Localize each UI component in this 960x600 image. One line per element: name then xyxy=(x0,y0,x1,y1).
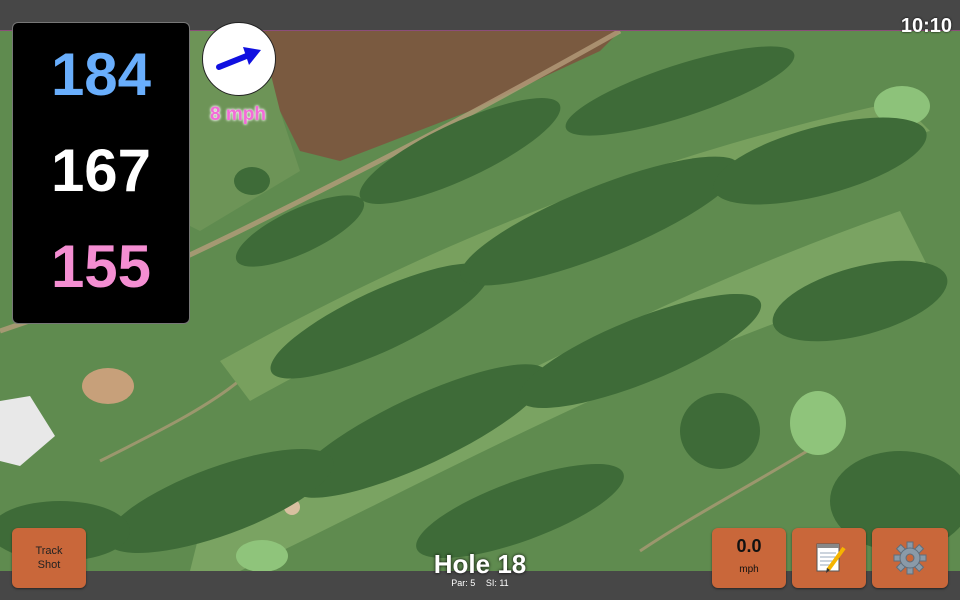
hole-title: Hole 18 xyxy=(433,549,527,579)
speed-value: 0.0 xyxy=(736,536,762,556)
track-shot-label-line2: Shot xyxy=(37,559,61,571)
notes-button[interactable] xyxy=(792,528,866,588)
hole-par: Par: 5 xyxy=(451,578,476,588)
hole-details: Par: 5 SI: 11 xyxy=(380,578,580,588)
wind-speed-label: 8 mph xyxy=(210,104,266,125)
track-shot-label-line1: Track xyxy=(35,545,63,557)
speed-button[interactable]: 0.0 mph xyxy=(712,528,786,588)
settings-button[interactable] xyxy=(872,528,948,588)
arrow-icon xyxy=(216,47,261,70)
track-shot-button[interactable]: Track Shot xyxy=(12,528,86,588)
speed-unit: mph xyxy=(739,564,759,575)
clock: 10:10 xyxy=(900,15,952,37)
distance-front: 155 xyxy=(50,233,152,300)
distance-middle: 167 xyxy=(50,137,152,204)
distance-panel: 184 167 155 xyxy=(12,22,190,324)
notepad-icon xyxy=(816,543,846,573)
wind-indicator xyxy=(202,22,276,96)
gear-icon xyxy=(893,541,927,575)
hole-stroke-index: SI: 11 xyxy=(485,578,509,588)
distance-back: 184 xyxy=(50,41,152,108)
